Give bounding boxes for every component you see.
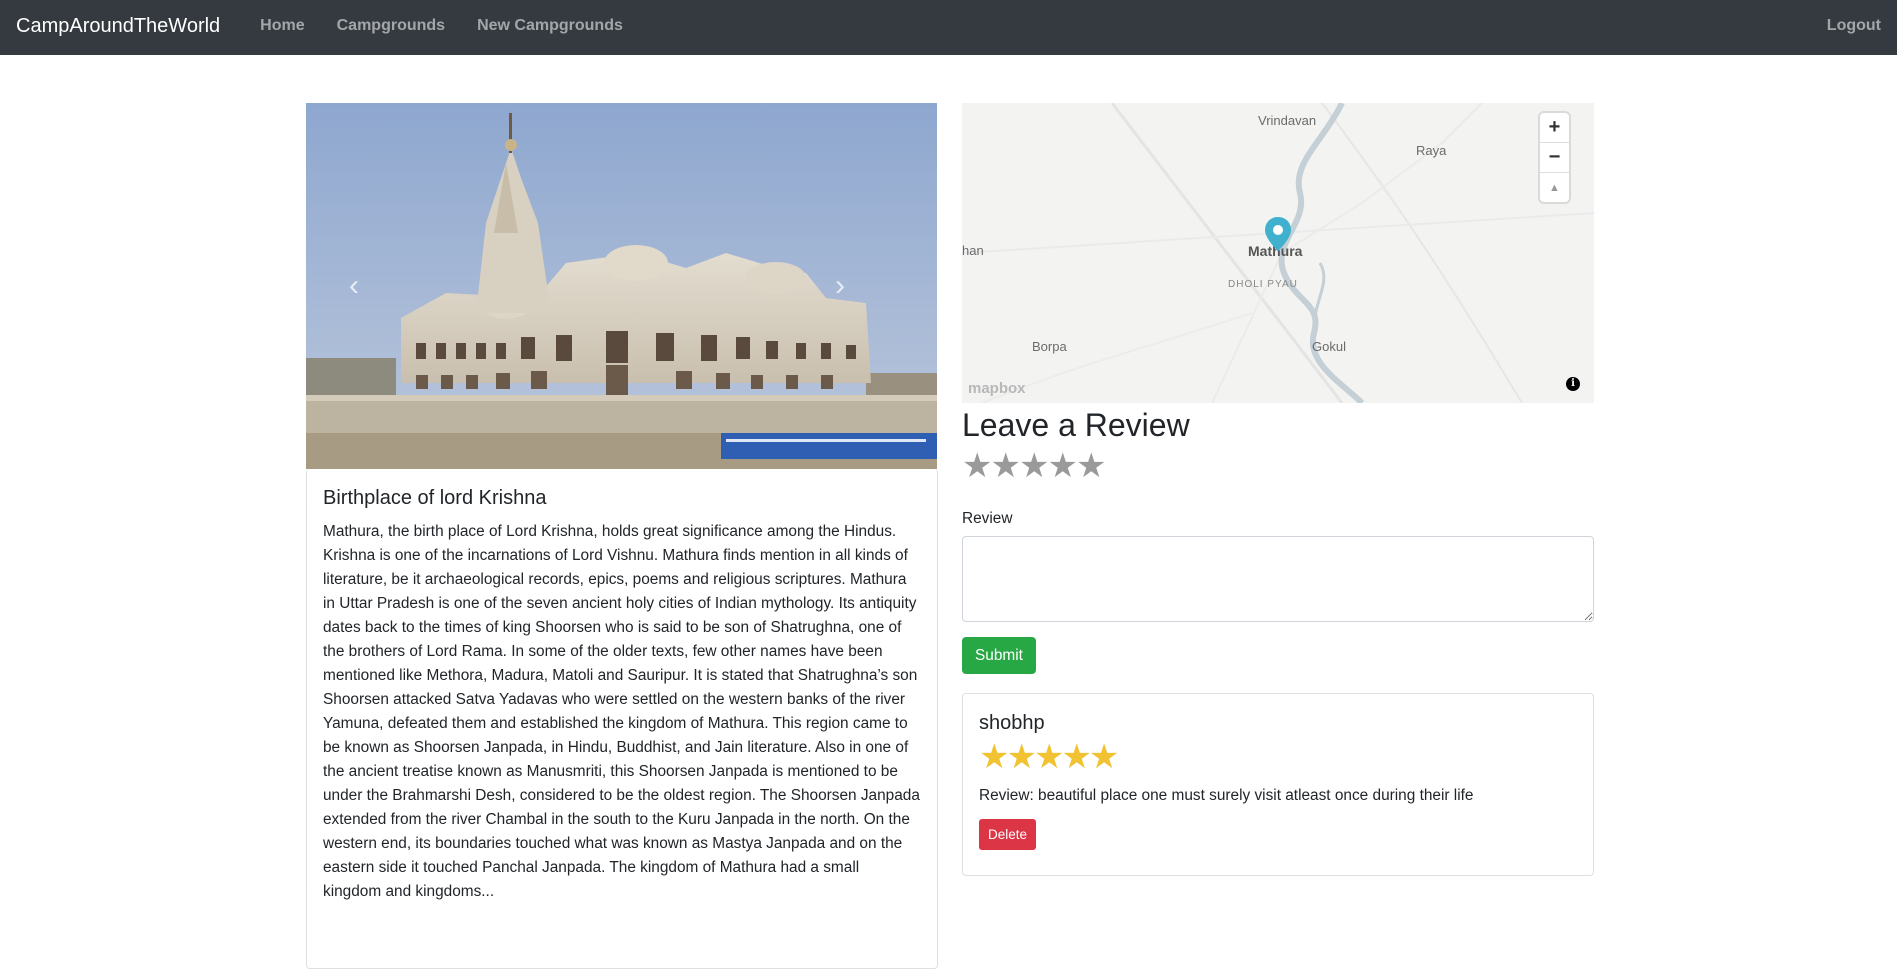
review-textarea[interactable]	[962, 536, 1594, 622]
mapbox-logo[interactable]: mapbox	[968, 380, 1026, 397]
map-label-gokul: Gokul	[1312, 339, 1346, 354]
map-label-vrindavan: Vrindavan	[1258, 113, 1317, 128]
star-rating-input[interactable]: ★★★★★	[962, 448, 1594, 484]
review-label: Review	[962, 510, 1013, 527]
navbar: CampAroundTheWorld Home Campgrounds New …	[0, 0, 1897, 55]
star-2-icon[interactable]: ★	[990, 447, 1021, 485]
review-heading: Leave a Review	[962, 407, 1190, 443]
star-1-icon[interactable]: ★	[962, 447, 993, 485]
zoom-in-button[interactable]: +	[1540, 113, 1569, 143]
map-info-icon[interactable]: i	[1566, 377, 1580, 391]
campground-title: Birthplace of lord Krishna	[323, 487, 547, 509]
campground-description: Mathura, the birth place of Lord Krishna…	[323, 523, 920, 900]
zoom-out-button[interactable]: −	[1540, 143, 1569, 173]
nav-home[interactable]: Home	[260, 17, 304, 35]
review-author: shobhp	[979, 712, 1045, 734]
campground-card: Birthplace of lord Krishna Mathura, the …	[306, 469, 938, 969]
star-4-icon[interactable]: ★	[1047, 447, 1078, 485]
star-3-icon[interactable]: ★	[1019, 447, 1050, 485]
image-carousel[interactable]: ‹ ›	[306, 103, 937, 469]
nav-campgrounds[interactable]: Campgrounds	[337, 17, 445, 35]
carousel-next-icon[interactable]: ›	[825, 271, 855, 301]
map-controls: + − ▲	[1540, 113, 1569, 202]
logout-link[interactable]: Logout	[1827, 17, 1881, 35]
brand[interactable]: CampAroundTheWorld	[16, 15, 220, 38]
map-label-raya: Raya	[1416, 143, 1447, 158]
carousel-prev-icon[interactable]: ‹	[339, 271, 369, 301]
star-5-icon[interactable]: ★	[1076, 447, 1107, 485]
delete-button[interactable]: Delete	[979, 819, 1037, 850]
map-label-borpa: Borpa	[1032, 339, 1067, 354]
review-text: Review: beautiful place one must surely …	[979, 787, 1474, 804]
nav-new-campground[interactable]: New Campgrounds	[477, 17, 623, 35]
map-marker-icon[interactable]	[1265, 217, 1291, 251]
review-column: Vrindavan Raya han Mathura DHOLI PYAU Bo…	[962, 103, 1594, 876]
campground-column: ‹ › Birthplace of lord Krishna Mathura, …	[306, 103, 938, 969]
compass-icon[interactable]: ▲	[1540, 173, 1569, 202]
campground-card-body: Birthplace of lord Krishna Mathura, the …	[307, 469, 937, 904]
review-stars-icon: ★★★★★	[979, 738, 1119, 776]
submit-button[interactable]: Submit	[962, 637, 1036, 674]
map[interactable]: Vrindavan Raya han Mathura DHOLI PYAU Bo…	[962, 103, 1594, 403]
map-label-dholi: DHOLI PYAU	[1228, 279, 1298, 290]
review-card: shobhp ★★★★★ Review: beautiful place one…	[962, 693, 1594, 876]
map-label-han: han	[962, 243, 984, 258]
